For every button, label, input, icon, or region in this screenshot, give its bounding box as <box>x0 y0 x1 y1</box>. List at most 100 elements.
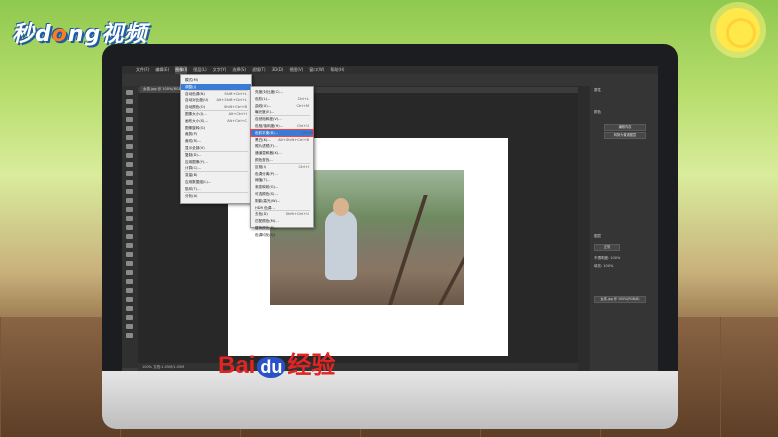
menu-item[interactable]: 照片滤镜(F)... <box>255 143 309 149</box>
swatch-label: 颜色 <box>594 110 601 114</box>
tool-icon[interactable] <box>126 279 133 284</box>
menu-item-label: 匹配颜色(M)... <box>255 219 279 224</box>
tool-icon[interactable] <box>126 99 133 104</box>
menu-item[interactable]: 色调均化(Q) <box>255 232 309 238</box>
edit-contents-button[interactable]: 编辑内容 <box>604 124 646 131</box>
menu-item[interactable]: 可选颜色(S)... <box>255 191 309 197</box>
menu-item[interactable]: 自动色调(N) Shift+Ctrl+L <box>185 91 247 97</box>
menu-item[interactable]: 阈值(T)... <box>255 177 309 183</box>
convert-layer-button[interactable]: 转换为普通图层 <box>604 132 646 139</box>
menubar-item[interactable]: 窗口(W) <box>309 66 324 74</box>
menu-item[interactable]: 应用图像(Y)... <box>185 159 247 165</box>
tool-icon[interactable] <box>126 207 133 212</box>
menu-item-label: 色彩平衡(B)... <box>255 130 279 135</box>
properties-title: 属性 <box>594 88 601 92</box>
menubar-item[interactable]: 文件(F) <box>136 66 149 74</box>
tool-icon[interactable] <box>126 171 133 176</box>
menu-item[interactable]: 裁剪(P) <box>185 131 247 137</box>
menu-item[interactable]: 去色(D) Shift+Ctrl+U <box>255 211 309 217</box>
menu-item-label: HDR 色调... <box>255 205 275 210</box>
menu-item[interactable]: 变量(B) <box>185 172 247 178</box>
menu-item[interactable]: 色彩平衡(B)... Ctrl+B <box>250 128 314 137</box>
menu-item[interactable]: 复制(D)... <box>185 152 247 158</box>
girl-figure <box>325 198 357 280</box>
tool-icon[interactable] <box>126 198 133 203</box>
menu-item[interactable]: 裁切(R)... <box>185 138 247 144</box>
menu-item[interactable]: 替换颜色(R)... <box>255 225 309 231</box>
tool-icon[interactable] <box>126 153 133 158</box>
tool-icon[interactable] <box>126 225 133 230</box>
tool-icon[interactable] <box>126 117 133 122</box>
tool-icon[interactable] <box>126 216 133 221</box>
menu-item-label: 去色(D) <box>255 212 268 217</box>
tool-icon[interactable] <box>126 243 133 248</box>
tool-icon[interactable] <box>126 180 133 185</box>
tool-icon[interactable] <box>126 135 133 140</box>
tool-icon[interactable] <box>126 288 133 293</box>
menu-item[interactable]: 画布大小(S)... Alt+Ctrl+C <box>185 118 247 124</box>
menubar-item[interactable]: 选择(S) <box>232 66 246 74</box>
menu-item[interactable]: 通道混和器(X)... <box>255 150 309 156</box>
opacity-value[interactable]: 不透明度: 100% <box>594 256 620 261</box>
menubar-item[interactable]: 图像(I) <box>175 66 188 74</box>
menu-item-shortcut: Ctrl+U <box>296 124 309 128</box>
menubar-item[interactable]: 图层(L) <box>193 66 206 74</box>
menu-item-shortcut: Shift+Ctrl+L <box>224 91 247 96</box>
tool-icon[interactable] <box>126 90 133 95</box>
menu-item-shortcut: Ctrl+M <box>296 103 309 108</box>
menu-item[interactable]: 应用数据组(L)... <box>185 179 247 185</box>
tool-icon[interactable] <box>126 189 133 194</box>
tool-icon[interactable] <box>126 297 133 302</box>
menubar-item[interactable]: 帮助(H) <box>330 66 344 74</box>
menu-item[interactable]: 亮度/对比度(C)... <box>255 89 309 95</box>
menu-item[interactable]: 反相(I) Ctrl+I <box>255 164 309 170</box>
menu-item[interactable]: 分析(A) <box>185 193 247 199</box>
menu-item[interactable]: 自然饱和度(V)... <box>255 116 309 122</box>
jingyan-text: 经验 <box>287 352 336 379</box>
menu-item-label: 可选颜色(S)... <box>255 192 278 196</box>
fill-value[interactable]: 填充: 100% <box>594 264 613 269</box>
menu-item-label: 阴影/高光(W)... <box>255 198 281 203</box>
tool-icon[interactable] <box>126 261 133 266</box>
menu-item-label: 曲线(U)... <box>255 103 272 108</box>
menu-item[interactable]: 图像大小(I)... Alt+Ctrl+I <box>185 111 247 117</box>
menu-item[interactable]: 曲线(U)... Ctrl+M <box>255 103 309 109</box>
menu-item-shortcut: Ctrl+I <box>298 164 309 169</box>
menu-item[interactable]: 图像旋转(G) <box>185 125 247 131</box>
menu-item[interactable]: 匹配颜色(M)... <box>255 218 309 224</box>
menubar-item[interactable]: 滤镜(T) <box>252 66 266 74</box>
tool-icon[interactable] <box>126 333 133 338</box>
menubar-item[interactable]: 3D(D) <box>272 66 284 74</box>
menu-item-label: 应用数据组(L)... <box>185 180 212 184</box>
baidu-jingyan-logo: Bai du 经验 <box>218 345 335 380</box>
menu-item-shortcut: Alt+Shift+Ctrl+B <box>278 137 309 142</box>
tool-icon[interactable] <box>126 252 133 257</box>
tool-icon[interactable] <box>126 270 133 275</box>
tool-icon[interactable] <box>126 315 133 320</box>
tool-icon[interactable] <box>126 144 133 149</box>
menu-item[interactable]: 自动对比度(U) Alt+Shift+Ctrl+L <box>185 97 247 103</box>
menu-item[interactable]: 色阶(L)... Ctrl+L <box>255 96 309 102</box>
menu-item[interactable]: 阴影/高光(W)... <box>255 198 309 204</box>
menubar-item[interactable]: 编辑(E) <box>155 66 169 74</box>
menubar-item[interactable]: 视图(V) <box>289 66 303 74</box>
menubar-item[interactable]: 文字(Y) <box>213 66 227 74</box>
blend-mode-select[interactable]: 正常 <box>594 244 620 251</box>
menu-item[interactable]: 模式(M) <box>185 77 247 83</box>
menu-item-label: 色调均化(Q) <box>255 232 276 237</box>
tool-icon[interactable] <box>126 162 133 167</box>
menu-item[interactable]: 色调分离(P)... <box>255 171 309 177</box>
tool-icon[interactable] <box>126 234 133 239</box>
tool-icon[interactable] <box>126 108 133 113</box>
tool-icon[interactable] <box>126 306 133 311</box>
tool-icon[interactable] <box>126 126 133 131</box>
layer-row[interactable]: 女孩.jpg @ 100%(RGB/8) <box>594 296 646 303</box>
menu-item-label: 自然饱和度(V)... <box>255 117 282 122</box>
menu-item[interactable]: 渐变映射(G)... <box>255 184 309 190</box>
menu-item-label: 图像旋转(G) <box>185 125 205 130</box>
photoshop-window: 文件(F) 编辑(E) 图像(I) 图层(L) 文字(Y) 选择(S) 滤镜(T) 3D(D)… <box>122 66 658 371</box>
menu-item[interactable]: 色相/饱和度(H)... Ctrl+U <box>255 123 309 129</box>
menu-item-label: 阈值(T)... <box>255 178 271 183</box>
tool-icon[interactable] <box>126 324 133 329</box>
menu-item[interactable]: 黑白(K)... Alt+Shift+Ctrl+B <box>255 137 309 143</box>
